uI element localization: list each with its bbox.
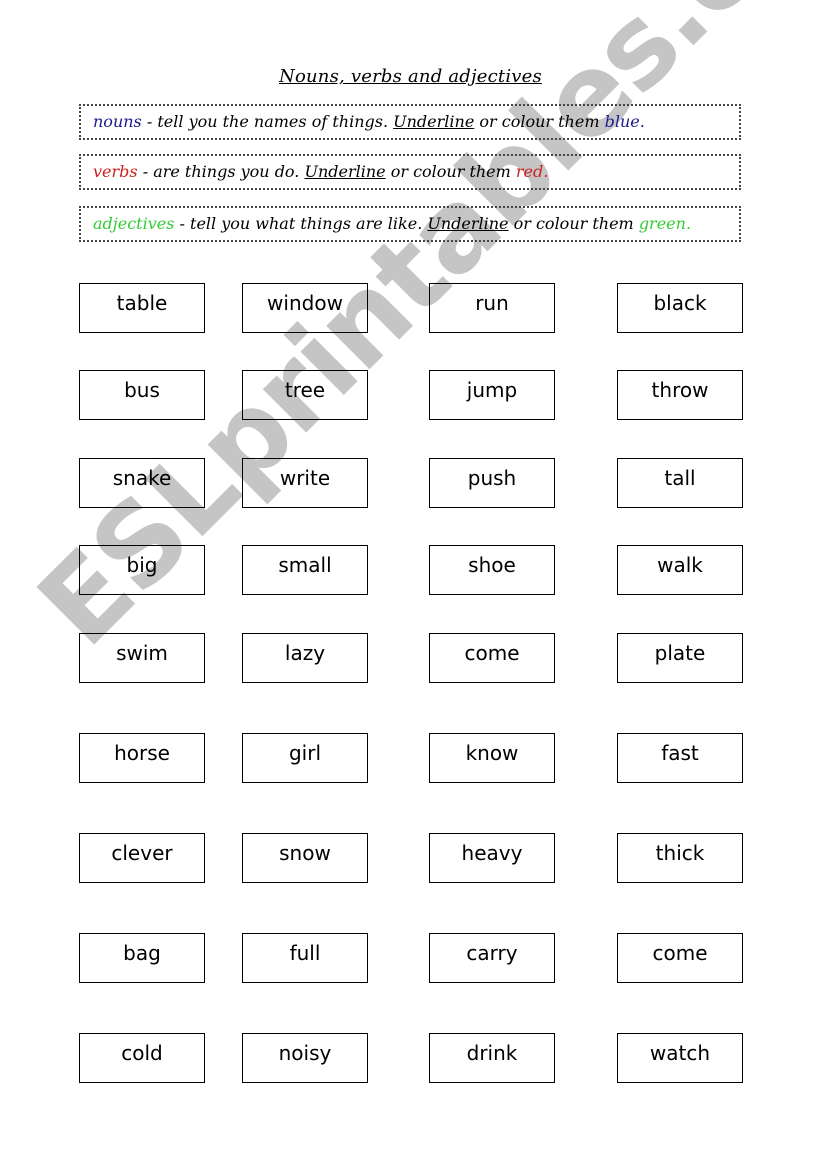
period: . — [685, 214, 692, 233]
term-nouns: nouns — [93, 112, 142, 131]
color-word-blue: blue — [604, 112, 640, 131]
word-card: write — [242, 458, 368, 508]
word-card: watch — [617, 1033, 743, 1083]
word-card: cold — [79, 1033, 205, 1083]
word-card: run — [429, 283, 555, 333]
word-card: big — [79, 545, 205, 595]
definition-verbs: verbs - are things you do. Underline or … — [79, 154, 741, 190]
word-card: carry — [429, 933, 555, 983]
word-card: thick — [617, 833, 743, 883]
word-card: swim — [79, 633, 205, 683]
word-card: black — [617, 283, 743, 333]
word-card: fast — [617, 733, 743, 783]
word-card: snake — [79, 458, 205, 508]
underline-word: Underline — [427, 214, 509, 233]
period: . — [639, 112, 645, 131]
word-card: bus — [79, 370, 205, 420]
word-card: push — [429, 458, 555, 508]
word-card: drink — [429, 1033, 555, 1083]
underline-word: Underline — [393, 112, 475, 131]
page-title: Nouns, verbs and adjectives — [279, 66, 542, 87]
word-card: tall — [617, 458, 743, 508]
word-card: shoe — [429, 545, 555, 595]
definition-text: or colour them — [385, 162, 516, 181]
word-card: snow — [242, 833, 368, 883]
definition-nouns: nouns - tell you the names of things. Un… — [79, 104, 741, 140]
word-card: noisy — [242, 1033, 368, 1083]
definition-text: or colour them — [508, 214, 639, 233]
word-card: walk — [617, 545, 743, 595]
word-card: come — [429, 633, 555, 683]
word-card: know — [429, 733, 555, 783]
word-card: come — [617, 933, 743, 983]
word-card: small — [242, 545, 368, 595]
word-card: heavy — [429, 833, 555, 883]
word-card: horse — [79, 733, 205, 783]
definition-text: or colour them — [474, 112, 605, 131]
definition-adjectives: adjectives - tell you what things are li… — [79, 206, 741, 242]
term-verbs: verbs — [93, 162, 138, 181]
word-card: jump — [429, 370, 555, 420]
word-card: tree — [242, 370, 368, 420]
word-card: clever — [79, 833, 205, 883]
period: . — [543, 162, 549, 181]
word-card: plate — [617, 633, 743, 683]
color-word-green: green — [638, 214, 686, 233]
word-card: lazy — [242, 633, 368, 683]
color-word-red: red — [515, 162, 544, 181]
underline-word: Underline — [304, 162, 386, 181]
definition-text: - tell you the names of things. — [141, 112, 394, 131]
definition-text: - tell you what things are like. — [174, 214, 428, 233]
term-adjectives: adjectives — [93, 214, 175, 233]
word-card: table — [79, 283, 205, 333]
word-card: full — [242, 933, 368, 983]
word-card: window — [242, 283, 368, 333]
word-card: bag — [79, 933, 205, 983]
word-card: throw — [617, 370, 743, 420]
definition-text: - are things you do. — [137, 162, 305, 181]
word-card: girl — [242, 733, 368, 783]
